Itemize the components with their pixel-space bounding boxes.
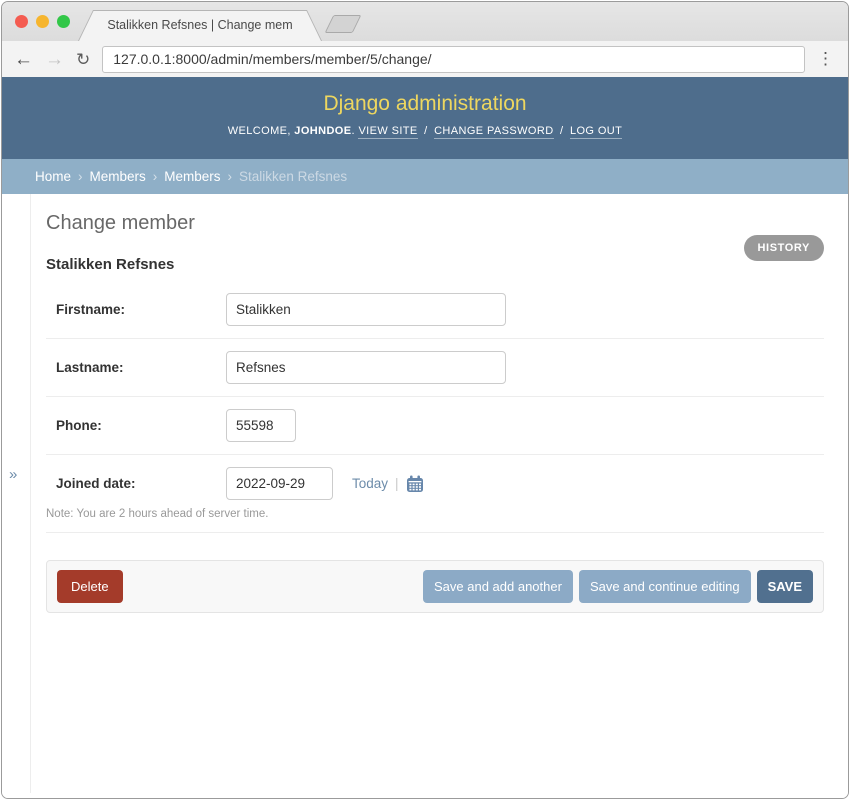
- log-out-link[interactable]: LOG OUT: [570, 125, 622, 139]
- user-tools: WELCOME, JOHNDOE. VIEW SITE / CHANGE PAS…: [2, 125, 848, 137]
- joined-date-field[interactable]: [226, 467, 333, 500]
- calendar-icon[interactable]: [406, 475, 424, 493]
- nav-sidebar-strip: [2, 194, 31, 793]
- date-shortcuts: Today |: [352, 475, 424, 493]
- browser-menu-icon[interactable]: ⋮: [817, 49, 834, 69]
- lastname-label: Lastname:: [56, 360, 226, 375]
- breadcrumb-members-app[interactable]: Members: [90, 169, 146, 184]
- breadcrumb-current: Stalikken Refsnes: [239, 169, 347, 184]
- site-title: Django administration: [2, 92, 848, 116]
- browser-toolbar: ← → ↻ ⋮: [2, 41, 848, 77]
- phone-field[interactable]: [226, 409, 296, 442]
- change-password-link[interactable]: CHANGE PASSWORD: [434, 125, 553, 139]
- window-controls: [15, 15, 70, 28]
- history-button[interactable]: HISTORY: [744, 235, 825, 261]
- back-icon[interactable]: ←: [14, 50, 33, 69]
- new-tab-button[interactable]: [325, 15, 362, 33]
- delete-button[interactable]: Delete: [57, 570, 123, 603]
- tab-title: Stalikken Refsnes | Change mem: [78, 10, 322, 41]
- reload-icon[interactable]: ↻: [76, 51, 90, 68]
- breadcrumb-members-model[interactable]: Members: [164, 169, 220, 184]
- maximize-window-icon[interactable]: [57, 15, 70, 28]
- username: JOHNDOE: [294, 125, 351, 137]
- change-form: Change member HISTORY Stalikken Refsnes …: [32, 194, 848, 613]
- page-title: Change member: [46, 212, 824, 235]
- tab-strip: Stalikken Refsnes | Change mem: [2, 2, 848, 41]
- breadcrumb-home[interactable]: Home: [35, 169, 71, 184]
- admin-header: Django administration WELCOME, JOHNDOE. …: [2, 77, 848, 159]
- timezone-note: Note: You are 2 hours ahead of server ti…: [46, 506, 824, 532]
- joined-date-label: Joined date:: [56, 476, 226, 491]
- today-link[interactable]: Today: [352, 476, 388, 491]
- welcome-text: WELCOME,: [228, 125, 291, 137]
- minimize-window-icon[interactable]: [36, 15, 49, 28]
- close-window-icon[interactable]: [15, 15, 28, 28]
- main-area: » Change member HISTORY Stalikken Refsne…: [2, 194, 848, 799]
- joined-date-row: Joined date: Today |: [46, 455, 824, 533]
- sidebar-toggle-icon[interactable]: »: [9, 466, 17, 483]
- save-add-another-button[interactable]: Save and add another: [423, 570, 573, 603]
- lastname-field[interactable]: [226, 351, 506, 384]
- submit-row: Delete Save and add another Save and con…: [46, 560, 824, 613]
- firstname-field[interactable]: [226, 293, 506, 326]
- browser-window: Stalikken Refsnes | Change mem ← → ↻ ⋮ D…: [1, 1, 849, 799]
- browser-tab[interactable]: Stalikken Refsnes | Change mem: [78, 10, 322, 41]
- firstname-label: Firstname:: [56, 302, 226, 317]
- lastname-row: Lastname:: [46, 339, 824, 397]
- save-continue-button[interactable]: Save and continue editing: [579, 570, 751, 603]
- forward-icon: →: [45, 50, 64, 69]
- object-heading: Stalikken Refsnes: [46, 256, 824, 273]
- phone-label: Phone:: [56, 418, 226, 433]
- firstname-row: Firstname:: [46, 281, 824, 339]
- save-button[interactable]: SAVE: [757, 570, 813, 603]
- view-site-link[interactable]: VIEW SITE: [358, 125, 417, 139]
- phone-row: Phone:: [46, 397, 824, 455]
- breadcrumb: Home › Members › Members › Stalikken Ref…: [2, 159, 848, 194]
- address-bar[interactable]: [102, 46, 805, 73]
